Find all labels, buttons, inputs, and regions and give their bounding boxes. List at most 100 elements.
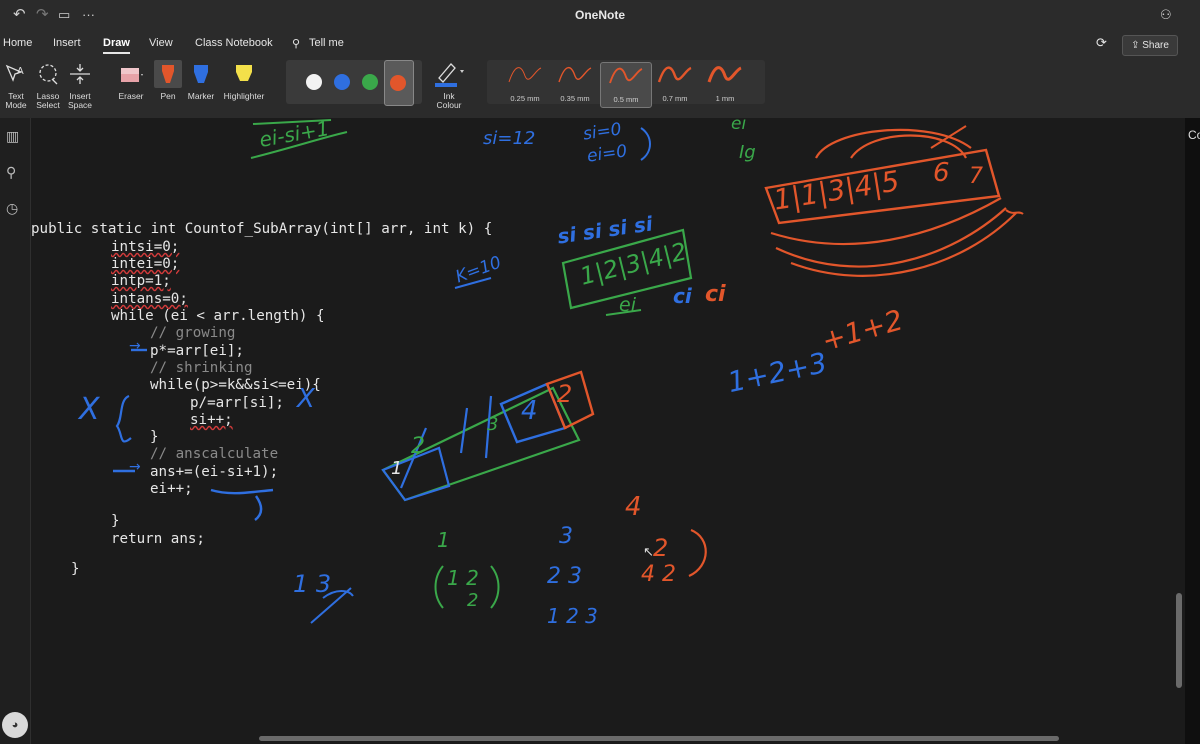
ink-ci-blue: ci (673, 284, 692, 308)
ink-n-123: 1 2 3 (547, 604, 598, 628)
horizontal-scrollbar[interactable] (31, 732, 1173, 744)
thickness-gallery: 0.25 mm 0.35 mm 0.5 mm 0.7 mm 1 mm (487, 60, 765, 108)
thickness-05-option[interactable]: 0.5 mm (600, 62, 652, 108)
ink-orange-6: 6 (933, 158, 950, 188)
ink-ei-label: ei (619, 294, 636, 316)
marker-button[interactable]: Marker (186, 60, 216, 101)
stroke-preview-icon (558, 67, 592, 83)
ink-stroke (1005, 209, 1024, 215)
color-orange-swatch (390, 75, 406, 91)
menu-bar: Home Insert Draw View Class Notebook ⚲ T… (0, 32, 1200, 56)
tab-draw[interactable]: Draw (103, 37, 130, 54)
ink-n-12: 1 2 (447, 566, 479, 590)
ink-mid-1: 1 (391, 458, 403, 479)
ink-mid-4: 4 (521, 396, 538, 426)
share-icon: ⇪ (1131, 40, 1143, 51)
ink-stroke (850, 134, 967, 159)
draw-ribbon: A Text Mode Lasso Select Insert Space Er… (0, 56, 1200, 119)
text-mode-icon: A (2, 60, 30, 88)
ink-stroke (490, 565, 500, 609)
text-mode-button[interactable]: A Text Mode (2, 60, 30, 110)
marker-icon (186, 60, 216, 88)
ink-o-4: 4 (625, 492, 642, 522)
highlighter-button[interactable]: Highlighter (220, 60, 268, 101)
ink-o-42: 4 2 (641, 562, 676, 587)
ink-colour-button[interactable]: Ink Colour (430, 60, 468, 110)
eraser-icon (114, 60, 148, 88)
vertical-scroll-thumb[interactable] (1176, 593, 1182, 688)
ink-crossed-13: 1 3 (293, 570, 332, 598)
share-button[interactable]: ⇪ Share (1122, 35, 1178, 56)
lightbulb-icon: ⚲ (292, 38, 301, 50)
tab-view[interactable]: View (149, 37, 173, 49)
ink-n-3: 3 (559, 524, 573, 549)
ink-orange-7: 7 (969, 164, 983, 189)
svg-text:A: A (17, 66, 24, 77)
onenote-window: ↶ ↷ ▭ ··· OneNote ⚇ Home Insert Draw Vie… (0, 0, 1200, 744)
adjacent-window-text: Co (1188, 128, 1200, 142)
ink-stroke (688, 528, 707, 578)
tab-insert[interactable]: Insert (53, 37, 81, 49)
ink-n-2: 2 (467, 590, 479, 611)
thickness-07-option[interactable]: 0.7 mm (650, 62, 700, 106)
thickness-035-option[interactable]: 0.35 mm (550, 62, 600, 106)
recent-icon[interactable]: ◷ (6, 200, 18, 217)
sync-icon[interactable]: ⟳ (1096, 35, 1107, 51)
account-icon[interactable]: ⚇ (1160, 6, 1172, 24)
lasso-icon (33, 60, 63, 88)
tab-class-notebook[interactable]: Class Notebook (195, 37, 273, 49)
ink-stroke (210, 488, 274, 521)
ink-layer (113, 119, 1024, 624)
color-white-swatch[interactable] (306, 74, 322, 90)
ink-arrow-1: → (129, 338, 141, 354)
ink-mid-2-red: 2 (557, 380, 573, 408)
ink-stroke (775, 207, 1007, 268)
search-icon[interactable]: ⚲ (6, 164, 16, 181)
stroke-preview-icon (657, 66, 692, 83)
ink-stroke (640, 127, 651, 161)
horizontal-scroll-thumb[interactable] (259, 736, 1059, 741)
eraser-button[interactable]: Eraser (114, 60, 148, 101)
title-bar: ↶ ↷ ▭ ··· OneNote ⚇ (0, 0, 1200, 32)
thickness-1-option[interactable]: 1 mm (700, 62, 750, 106)
stroke-preview-icon (707, 66, 742, 83)
color-green-swatch[interactable] (362, 74, 378, 90)
ink-n-1: 1 (437, 528, 450, 552)
ink-n-23: 2 3 (547, 564, 582, 589)
lasso-select-button[interactable]: Lasso Select (33, 60, 63, 110)
tab-tell-me[interactable]: Tell me (309, 37, 344, 49)
stroke-preview-icon (609, 67, 643, 84)
pen-icon (154, 60, 182, 88)
stroke-preview-icon (508, 67, 542, 83)
left-rail: ▥ ⚲ ◷ (0, 118, 31, 744)
ink-o-2: 2 (653, 534, 669, 562)
color-blue-swatch[interactable] (334, 74, 350, 90)
notebooks-icon[interactable]: ▥ (6, 128, 19, 145)
ink-x-mark-2: X (297, 384, 315, 414)
pen-button[interactable]: Pen (154, 60, 182, 101)
insert-space-icon (65, 60, 95, 88)
ink-arrow-2: → (129, 459, 141, 475)
insert-space-button[interactable]: Insert Space (65, 60, 95, 110)
note-canvas[interactable]: public static int Countof_SubArray(int[]… (31, 118, 1173, 732)
ink-stroke (115, 394, 132, 443)
adjacent-window-strip: Co (1185, 118, 1200, 744)
vertical-scrollbar[interactable] (1173, 118, 1185, 732)
cursor-icon: ↖ (643, 544, 654, 559)
ink-stroke (815, 128, 972, 159)
ink-stroke (434, 565, 444, 609)
highlighter-icon (220, 60, 268, 88)
avatar[interactable]: ◕ (2, 712, 28, 738)
ink-mid-2: 2 (411, 434, 425, 459)
ink-ci-red: ci (705, 282, 726, 307)
ink-ig: Ig (739, 142, 756, 163)
tab-home[interactable]: Home (3, 37, 32, 49)
ink-stroke (930, 125, 967, 149)
ink-mid-3: 3 (487, 414, 499, 435)
ink-colour-icon (430, 60, 468, 88)
color-orange-selected[interactable] (384, 60, 414, 106)
app-title: OneNote (574, 8, 625, 22)
thickness-025-option[interactable]: 0.25 mm (500, 62, 550, 106)
ink-x-mark: X (79, 392, 100, 427)
ink-si-eq-12: si=12 (483, 128, 536, 149)
